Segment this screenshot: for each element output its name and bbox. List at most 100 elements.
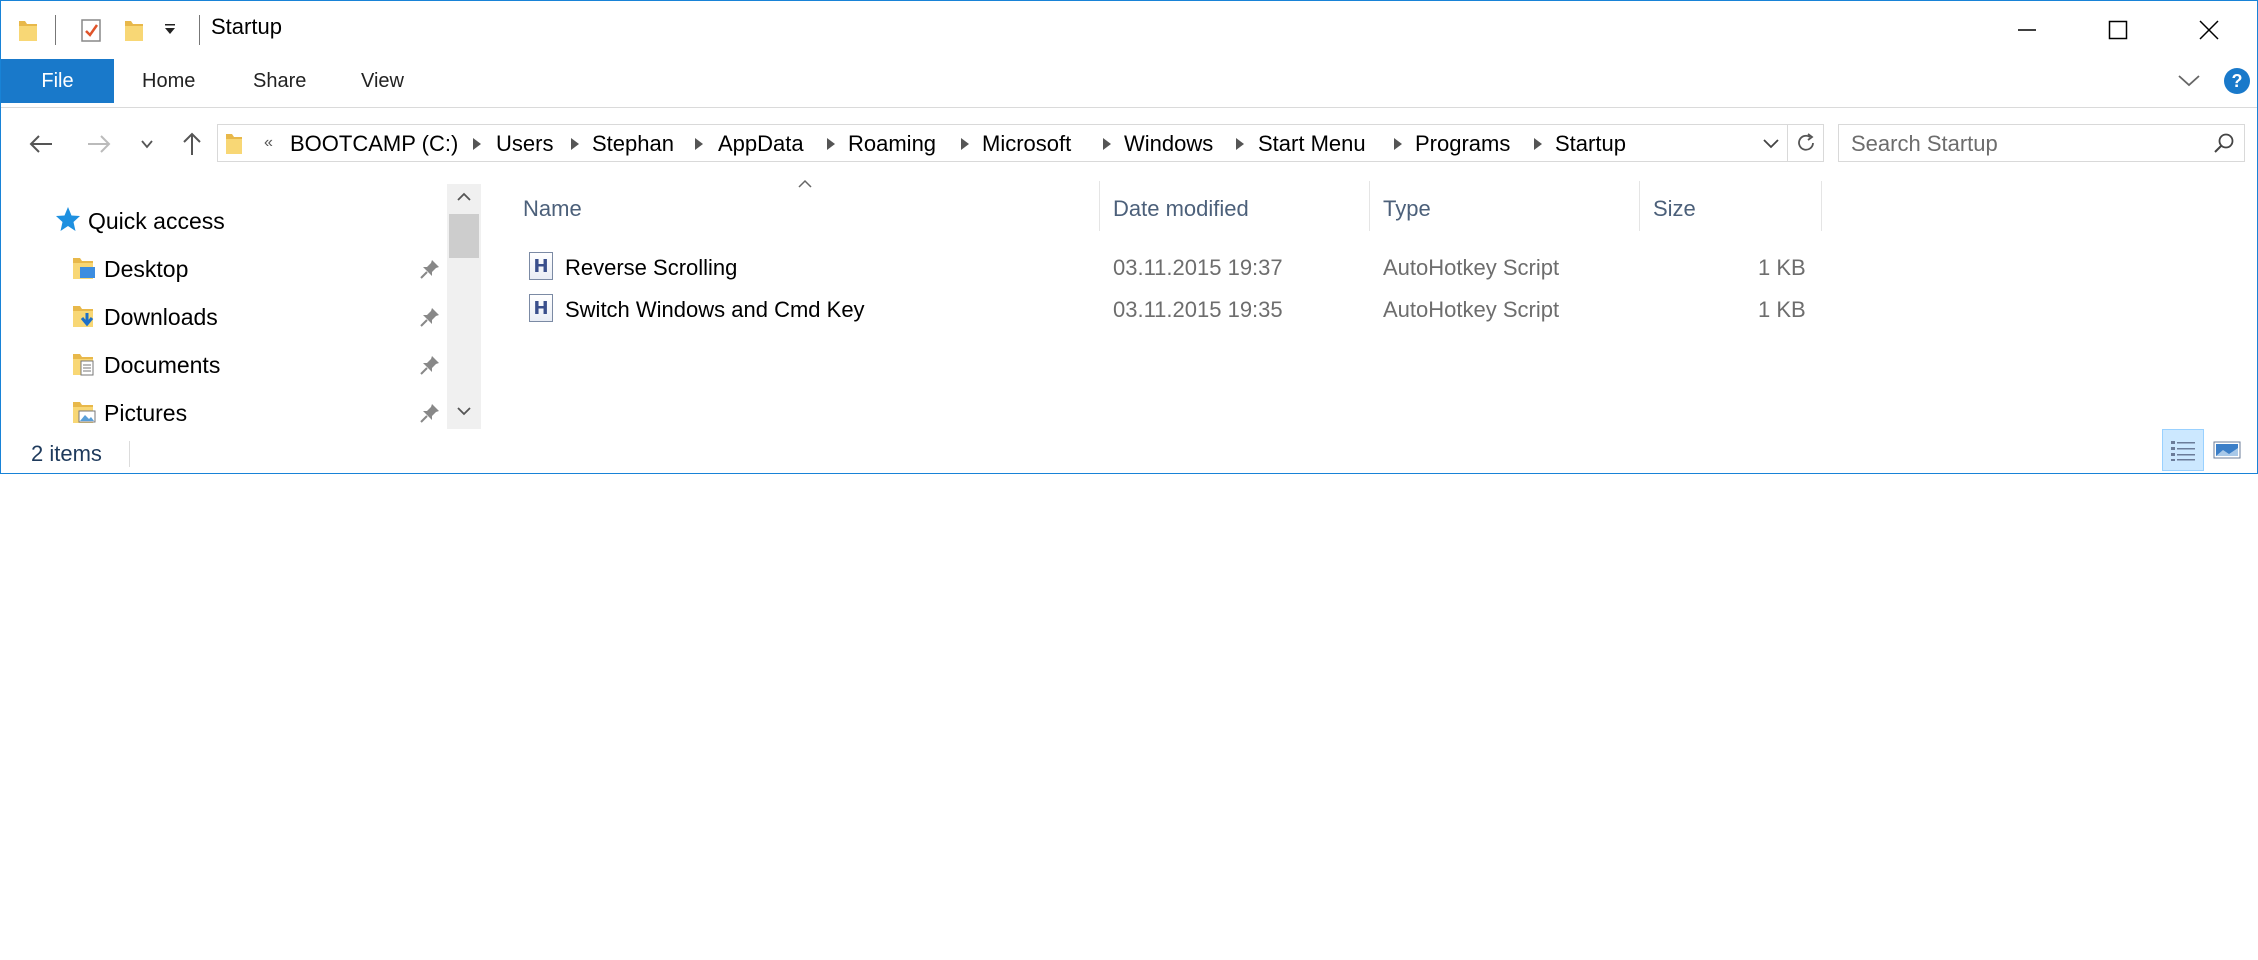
refresh-icon bbox=[1797, 133, 1814, 151]
pin-icon[interactable] bbox=[419, 402, 441, 424]
address-row: « BOOTCAMP (C:) Users Stephan AppData Ro… bbox=[1, 108, 2257, 184]
tab-share[interactable]: Share bbox=[253, 70, 306, 93]
file-date: 03.11.2015 19:37 bbox=[1113, 255, 1283, 280]
search-input[interactable]: Search Startup bbox=[1838, 124, 2245, 162]
breadcrumb-start-menu[interactable]: Start Menu bbox=[1258, 131, 1366, 157]
chevron-right-icon[interactable] bbox=[1533, 138, 1543, 150]
ribbon-tabs: File Home Share View ? bbox=[1, 59, 2257, 108]
close-icon bbox=[2199, 20, 2219, 40]
chevron-right-icon[interactable] bbox=[1102, 138, 1112, 150]
column-divider[interactable] bbox=[1369, 181, 1370, 231]
forward-button[interactable] bbox=[81, 126, 117, 162]
pictures-folder-icon bbox=[71, 399, 97, 425]
scroll-up-icon[interactable] bbox=[456, 190, 472, 208]
maximize-icon bbox=[2108, 20, 2128, 40]
column-divider[interactable] bbox=[1099, 181, 1100, 231]
file-size: 1 KB bbox=[1758, 297, 1806, 322]
address-history-icon[interactable] bbox=[1762, 137, 1780, 155]
minimize-button[interactable] bbox=[1981, 1, 2073, 59]
chevron-right-icon[interactable] bbox=[1235, 138, 1245, 150]
pin-icon[interactable] bbox=[419, 354, 441, 376]
minimize-icon bbox=[2018, 29, 2036, 31]
tab-home[interactable]: Home bbox=[142, 70, 195, 93]
chevron-right-icon[interactable] bbox=[570, 138, 580, 150]
tab-view[interactable]: View bbox=[361, 70, 404, 93]
qat-separator bbox=[55, 15, 56, 45]
column-divider[interactable] bbox=[1821, 181, 1822, 231]
expand-ribbon-icon[interactable] bbox=[2177, 73, 2201, 94]
desktop-folder-icon bbox=[71, 255, 97, 281]
large-icons-view-button[interactable] bbox=[2206, 429, 2248, 471]
folder-icon[interactable] bbox=[17, 17, 39, 43]
column-divider[interactable] bbox=[1639, 181, 1640, 231]
file-type: AutoHotkey Script bbox=[1383, 255, 1560, 280]
column-header-type[interactable]: Type bbox=[1383, 196, 1431, 222]
qat-separator bbox=[199, 15, 200, 45]
chevron-right-icon[interactable] bbox=[826, 138, 836, 150]
documents-folder-icon bbox=[71, 351, 97, 377]
details-view-button[interactable] bbox=[2162, 429, 2204, 471]
refresh-button[interactable] bbox=[1788, 124, 1824, 162]
window-title: Startup bbox=[211, 14, 282, 39]
properties-icon[interactable] bbox=[79, 17, 103, 43]
explorer-window: Startup File Home Share View ? « BOOTCAM… bbox=[0, 0, 2258, 474]
address-bar[interactable]: « BOOTCAMP (C:) Users Stephan AppData Ro… bbox=[217, 124, 1788, 162]
new-folder-icon[interactable] bbox=[123, 17, 145, 43]
file-tab[interactable]: File bbox=[1, 59, 114, 103]
column-header-name[interactable]: Name bbox=[523, 196, 582, 222]
file-name: Switch Windows and Cmd Key bbox=[565, 297, 865, 322]
breadcrumb-startup[interactable]: Startup bbox=[1555, 131, 1626, 157]
scroll-down-icon[interactable] bbox=[456, 404, 472, 422]
breadcrumb-users[interactable]: Users bbox=[496, 131, 553, 157]
arrow-right-icon bbox=[88, 135, 111, 153]
file-type: AutoHotkey Script bbox=[1383, 297, 1560, 322]
breadcrumb-stephan[interactable]: Stephan bbox=[592, 131, 674, 157]
back-button[interactable] bbox=[23, 126, 59, 162]
details-view-icon bbox=[2171, 441, 2195, 461]
pin-icon[interactable] bbox=[419, 306, 441, 328]
ahk-script-icon: H bbox=[529, 294, 553, 322]
file-size: 1 KB bbox=[1758, 255, 1806, 280]
pin-icon[interactable] bbox=[419, 258, 441, 280]
breadcrumb-appdata[interactable]: AppData bbox=[718, 131, 804, 157]
file-name: Reverse Scrolling bbox=[565, 255, 738, 280]
customize-qat-icon[interactable] bbox=[163, 23, 177, 49]
ahk-script-icon: H bbox=[529, 252, 553, 280]
folder-icon bbox=[224, 130, 244, 161]
nav-scrollbar-thumb[interactable] bbox=[449, 214, 479, 258]
breadcrumb-roaming[interactable]: Roaming bbox=[848, 131, 936, 157]
downloads-folder-icon bbox=[71, 303, 97, 329]
nav-item-quick-access[interactable]: Quick access bbox=[88, 208, 225, 235]
chevron-right-icon[interactable] bbox=[1393, 138, 1403, 150]
breadcrumb-microsoft[interactable]: Microsoft bbox=[982, 131, 1071, 157]
breadcrumb-windows[interactable]: Windows bbox=[1124, 131, 1213, 157]
status-item-count: 2 items bbox=[31, 441, 102, 466]
help-icon[interactable]: ? bbox=[2223, 67, 2251, 100]
nav-item-documents[interactable]: Documents bbox=[104, 352, 220, 379]
chevron-right-icon[interactable] bbox=[472, 138, 482, 150]
nav-item-downloads[interactable]: Downloads bbox=[104, 304, 218, 331]
recent-locations-button[interactable] bbox=[129, 126, 165, 162]
breadcrumb-bootcamp[interactable]: BOOTCAMP (C:) bbox=[290, 131, 458, 157]
arrow-left-icon bbox=[29, 135, 52, 153]
up-button[interactable] bbox=[174, 126, 210, 162]
maximize-button[interactable] bbox=[2072, 1, 2164, 59]
close-button[interactable] bbox=[2163, 1, 2255, 59]
nav-item-pictures[interactable]: Pictures bbox=[104, 400, 187, 427]
title-bar: Startup bbox=[1, 1, 2257, 59]
column-header-size[interactable]: Size bbox=[1653, 196, 1696, 222]
large-icons-view-icon bbox=[2213, 441, 2241, 459]
chevron-right-icon[interactable] bbox=[694, 138, 704, 150]
arrow-up-icon bbox=[183, 132, 201, 155]
column-header-date[interactable]: Date modified bbox=[1113, 196, 1249, 222]
navigation-pane: Quick access Desktop Downloads Documents bbox=[1, 184, 481, 429]
nav-item-desktop[interactable]: Desktop bbox=[104, 256, 188, 283]
svg-text:?: ? bbox=[2232, 71, 2243, 91]
breadcrumb-overflow[interactable]: « bbox=[264, 134, 273, 152]
sort-ascending-icon bbox=[797, 176, 813, 194]
search-icon[interactable] bbox=[2212, 132, 2236, 161]
chevron-right-icon[interactable] bbox=[960, 138, 970, 150]
search-placeholder: Search Startup bbox=[1851, 131, 1998, 156]
breadcrumb-programs[interactable]: Programs bbox=[1415, 131, 1510, 157]
chevron-down-icon bbox=[141, 140, 153, 149]
